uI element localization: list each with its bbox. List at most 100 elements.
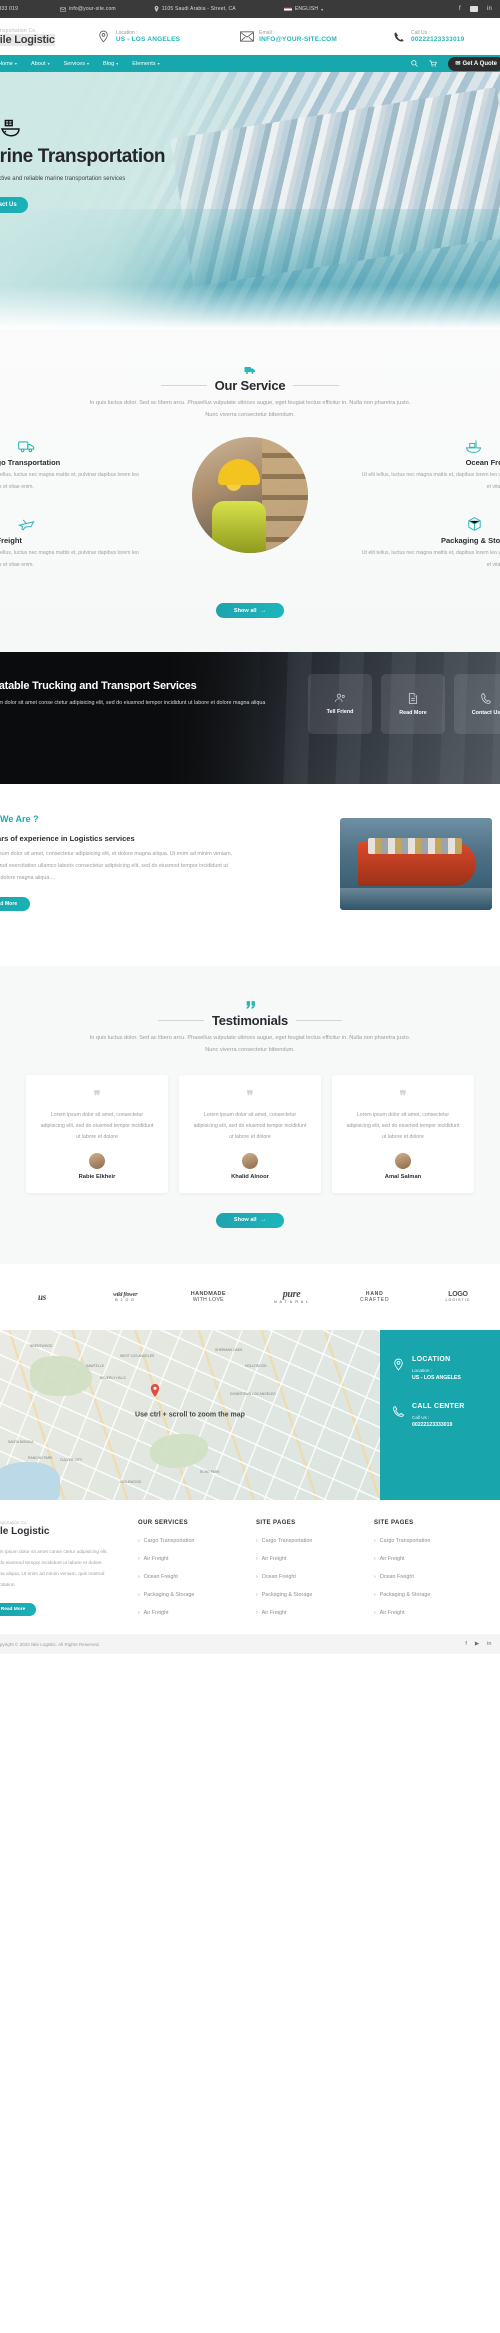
- quote-mark-icon: ❞: [399, 1087, 407, 1103]
- testimonial-card[interactable]: ❞ Lorem ipsum dolor sit amet, consectetu…: [26, 1074, 168, 1193]
- header-location-value: US - LOS ANGELES: [115, 36, 181, 43]
- envelope-icon: [60, 6, 66, 12]
- chevron-right-icon: ›: [374, 1555, 376, 1562]
- footer-link[interactable]: › Air Freight: [374, 1610, 484, 1616]
- footer-link[interactable]: › Cargo Transportation: [256, 1538, 366, 1544]
- youtube-icon[interactable]: ▶: [475, 1641, 479, 1647]
- topbar-social-links: f ▶ in: [459, 6, 492, 13]
- envelope-icon: [240, 30, 255, 44]
- banner-card-label: Read More: [399, 709, 427, 716]
- box-icon: [356, 515, 500, 533]
- get-a-quote-button[interactable]: ✉ Get A Quote: [448, 56, 500, 71]
- service-item-cargo-transportation[interactable]: Cargo Transportation Ut elit tellus, luc…: [0, 437, 144, 493]
- banner-card-label: Contact Us: [471, 709, 500, 716]
- banner-description: Lorem ipsum dolor sit amet conse ctetur …: [0, 700, 266, 707]
- testimonial-card[interactable]: ❞ Lorem ipsum dolor sit amet, consectetu…: [332, 1074, 474, 1193]
- hero-contact-button[interactable]: Contact Us: [0, 197, 28, 214]
- brand-logo-tagline: LOGISTIC: [445, 1298, 471, 1303]
- footer-read-more-button[interactable]: Read More: [0, 1603, 36, 1617]
- banner-card-contact-us[interactable]: Contact Us: [454, 674, 500, 735]
- testimonials-subtitle: In quis luctus dolor. Sed ac libero arcu…: [89, 1035, 411, 1054]
- map-pin-icon: [154, 6, 159, 12]
- chevron-down-icon: ▾: [87, 61, 90, 66]
- testimonials-title: Testimonials: [211, 1013, 289, 1029]
- footer-link[interactable]: › Ocean Freight: [374, 1574, 484, 1580]
- footer-link[interactable]: › Air Freight: [138, 1556, 248, 1562]
- map-location-title: LOCATION: [412, 1355, 451, 1363]
- language-selector[interactable]: ENGLISH ▾: [283, 6, 324, 12]
- testimonials-show-all-button[interactable]: Show all →: [216, 1212, 284, 1228]
- banner-card-read-more[interactable]: Read More: [381, 674, 445, 735]
- topbar-email[interactable]: info@your-site.com: [60, 6, 116, 12]
- footer-link[interactable]: › Packaging & Storage: [138, 1592, 248, 1598]
- chevron-right-icon: ›: [256, 1573, 258, 1580]
- header-phone-value: 00222123333019: [411, 36, 465, 43]
- chevron-down-icon: ▾: [14, 61, 17, 66]
- map-label: BEVERLY HILLS: [100, 1375, 126, 1380]
- service-item-packaging-storage[interactable]: Packaging & Storage Ut elit tellus, luct…: [356, 515, 500, 571]
- footer-link[interactable]: › Air Freight: [374, 1556, 484, 1562]
- footer-link-label: Air Freight: [379, 1609, 405, 1616]
- facebook-icon[interactable]: f: [465, 1641, 467, 1647]
- linkedin-icon[interactable]: in: [487, 1641, 491, 1647]
- chevron-right-icon: ›: [138, 1555, 140, 1562]
- users-icon: [334, 693, 346, 703]
- nav-item-about[interactable]: About ▾: [31, 61, 50, 67]
- footer-link[interactable]: › Air Freight: [256, 1556, 366, 1562]
- facebook-icon[interactable]: f: [459, 6, 461, 12]
- youtube-icon[interactable]: ▶: [469, 6, 478, 13]
- footer-logo-title: Nile Logistic: [0, 1525, 50, 1537]
- footer-link[interactable]: › Air Freight: [256, 1610, 366, 1616]
- hero-title: Marine Transportation: [0, 146, 166, 167]
- footer-link[interactable]: › Packaging & Storage: [256, 1592, 366, 1598]
- nav-label: About: [30, 60, 46, 67]
- service-item-air-freight[interactable]: Air Freight Ut elit tellus, luctus nec m…: [0, 515, 144, 571]
- footer-brand: Transportation Co. Nile Logistic Lorem i…: [0, 1520, 130, 1617]
- service-item-ocean-freight[interactable]: Ocean Freight Ut elit tellus, luctus nec…: [356, 437, 500, 493]
- testimonial-author: Rabie Elkheir: [78, 1173, 116, 1180]
- header-location: Location : US - LOS ANGELES: [97, 30, 180, 44]
- topbar-address[interactable]: 1105 Saudi Arabia - Street, CA: [154, 6, 236, 12]
- service-show-all-button[interactable]: Show all →: [216, 603, 284, 619]
- avatar: [89, 1152, 105, 1169]
- nav-item-blog[interactable]: Blog ▾: [103, 61, 118, 67]
- footer-link[interactable]: › Cargo Transportation: [138, 1538, 248, 1544]
- who-we-are-section: Who We Are ? 25 Years of experience in L…: [0, 784, 500, 967]
- nav-item-services[interactable]: Services ▾: [64, 61, 89, 67]
- banner-card-tell-friend[interactable]: Tell Friend: [308, 674, 372, 735]
- testimonial-card[interactable]: ❞ Lorem ipsum dolor sit amet, consectetu…: [179, 1074, 321, 1193]
- map-section: WEST LOS ANGELES SHERMAN OAKS BEVERLY HI…: [0, 1329, 500, 1506]
- nav-actions: ✉ Get A Quote: [411, 56, 500, 71]
- brand-logo-tagline: N A T U R A L: [274, 1300, 309, 1305]
- brand-logo-tagline: WITH LOVE: [192, 1296, 224, 1303]
- cart-icon[interactable]: [429, 60, 438, 67]
- map-marker-icon[interactable]: [150, 1383, 160, 1397]
- footer-link[interactable]: › Cargo Transportation: [374, 1538, 484, 1544]
- header-logo[interactable]: Transportation Co. Nile Logistic: [0, 28, 55, 46]
- topbar-phone[interactable]: 3 333 019: [0, 6, 18, 12]
- linkedin-icon[interactable]: in: [487, 6, 492, 12]
- truck-icon: [0, 437, 144, 455]
- main-navigation: Home ▾ About ▾ Services ▾ Blog ▾ Elements ▾: [0, 55, 500, 72]
- nav-item-elements[interactable]: Elements ▾: [132, 61, 159, 67]
- divider-left: [157, 1020, 204, 1022]
- brand-logo-tagline: B L O G: [115, 1297, 136, 1302]
- footer-column-our-services: OUR SERVICES › Cargo Transportation › Air …: [138, 1520, 248, 1616]
- map-label: SAWTELLE: [86, 1363, 104, 1368]
- footer-about-text: Lorem ipsum dolor sit amet conse ctetur …: [0, 1549, 108, 1589]
- our-service-heading-row: Our Service: [0, 378, 500, 393]
- banner-card-label: Tell Friend: [326, 709, 354, 716]
- footer-link[interactable]: › Air Freight: [138, 1610, 248, 1616]
- nav-item-home[interactable]: Home ▾: [0, 61, 17, 67]
- footer-link[interactable]: › Packaging & Storage: [374, 1592, 484, 1598]
- who-we-are-read-more-button[interactable]: Read More: [0, 897, 30, 912]
- testimonial-author: Khalid Alnoor: [231, 1173, 269, 1180]
- show-all-label: Show all: [233, 607, 257, 614]
- chevron-right-icon: ›: [374, 1573, 376, 1580]
- footer-link[interactable]: › Ocean Freight: [138, 1574, 248, 1580]
- search-icon[interactable]: [411, 60, 419, 67]
- page-root: 3 333 019 info@your-site.com 1105 Saudi …: [0, 0, 500, 1655]
- divider-right: [293, 385, 340, 386]
- banner-action-cards: Tell Friend Read More Contact Us: [308, 674, 500, 735]
- footer-link[interactable]: › Ocean Freight: [256, 1574, 366, 1580]
